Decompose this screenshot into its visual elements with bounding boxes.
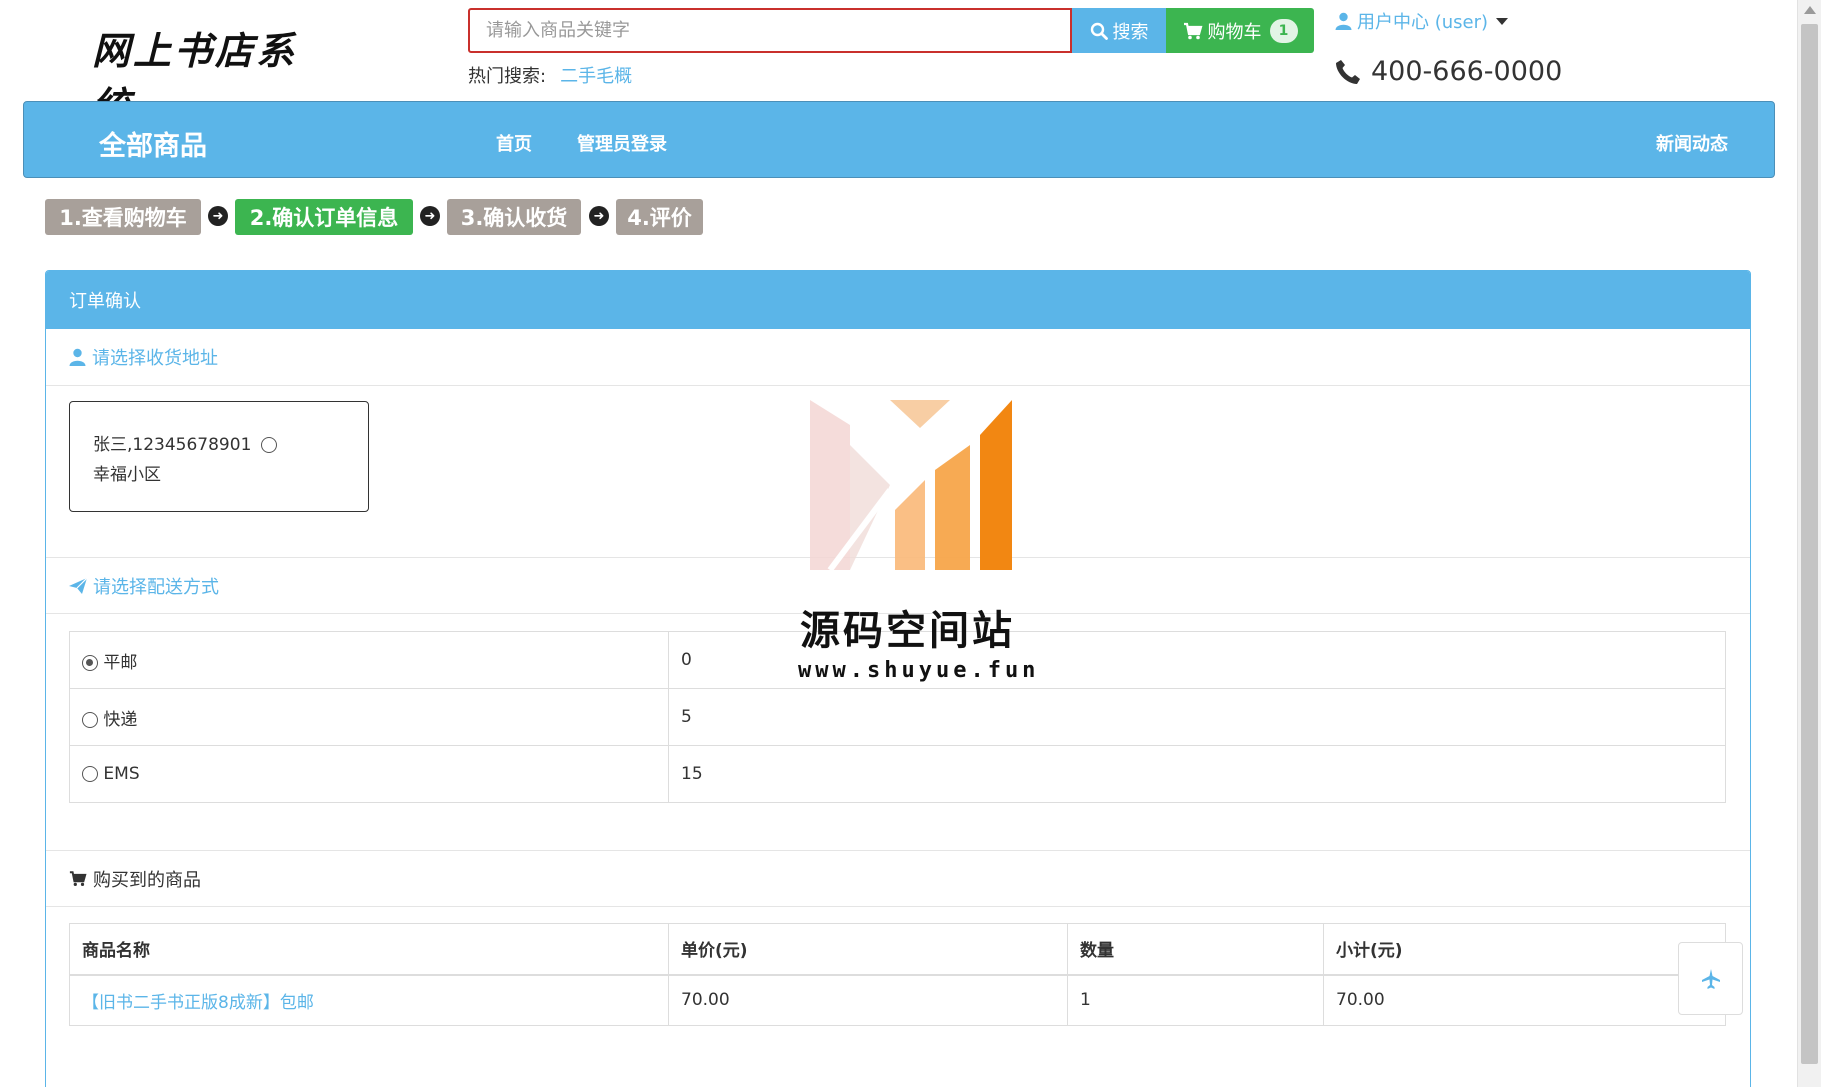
shipping-section-label: 请选择配送方式 (93, 576, 219, 598)
shipping-cost: 15 (668, 745, 1726, 803)
shipping-name: EMS (103, 764, 140, 784)
col-qty: 数量 (1067, 923, 1324, 976)
shipping-name: 快递 (103, 709, 138, 730)
shipping-option[interactable]: 平邮 (69, 631, 669, 689)
hot-search-label: 热门搜索: (468, 66, 547, 87)
step-confirm-receipt: 3.确认收货 (447, 199, 581, 235)
shipping-name: 平邮 (103, 652, 138, 673)
send-icon (69, 577, 87, 594)
chevron-down-icon (1496, 17, 1509, 25)
goods-link[interactable]: 【旧书二手书正版8成新】包邮 (82, 993, 314, 1013)
arrow-right-icon: ➜ (589, 206, 609, 226)
col-name: 商品名称 (69, 923, 669, 976)
service-phone: 400-666-0000 (1335, 56, 1562, 87)
step-review: 4.评价 (616, 199, 703, 235)
goods-section-title: 购买到的商品 (46, 850, 1750, 907)
nav-admin-login[interactable]: 管理员登录 (577, 130, 667, 156)
address-section-title: 请选择收货地址 (46, 329, 1750, 386)
user-center-label: 用户中心 (user) (1357, 12, 1489, 33)
search-button[interactable]: 搜索 (1072, 8, 1166, 53)
address-radio[interactable] (260, 437, 277, 453)
address-section-label: 请选择收货地址 (92, 348, 218, 369)
goods-price: 70.00 (668, 974, 1068, 1026)
watermark-title: 源码空间站 (800, 608, 1015, 654)
back-to-top-button[interactable] (1678, 942, 1743, 1015)
cart-icon (1183, 22, 1202, 39)
page-scrollbar[interactable] (1797, 0, 1821, 1087)
shipping-radio[interactable] (82, 711, 98, 728)
shipping-radio[interactable] (82, 654, 98, 671)
cart-button-label: 购物车 (1207, 21, 1262, 43)
user-icon (69, 348, 86, 366)
shipping-cost: 5 (668, 688, 1726, 746)
search-button-label: 搜索 (1112, 21, 1149, 43)
hot-search-item[interactable]: 二手毛概 (560, 66, 632, 87)
table-row: 【旧书二手书正版8成新】包邮 70.00 1 70.00 (69, 974, 1726, 1026)
address-contact: 张三,12345678901 (93, 435, 252, 455)
phone-number: 400-666-0000 (1371, 56, 1563, 87)
user-icon (1335, 12, 1352, 30)
cart-count-badge: 1 (1269, 18, 1298, 43)
search-input[interactable] (486, 20, 1070, 41)
nav-news[interactable]: 新闻动态 (1656, 130, 1728, 156)
shipping-option[interactable]: 快递 (69, 688, 669, 746)
plane-icon (1701, 968, 1720, 989)
arrow-right-icon: ➜ (420, 206, 440, 226)
address-detail: 幸福小区 (93, 465, 161, 485)
address-card[interactable]: 张三,12345678901 幸福小区 (69, 401, 369, 512)
goods-section-label: 购买到的商品 (93, 869, 201, 891)
scrollbar-thumb[interactable] (1801, 24, 1818, 1064)
user-center-dropdown[interactable]: 用户中心 (user) (1335, 8, 1509, 34)
table-row: 快递 5 (69, 688, 1726, 746)
nav-home[interactable]: 首页 (496, 130, 532, 156)
shipping-option[interactable]: EMS (69, 745, 669, 803)
scroll-up-arrow-icon[interactable] (1804, 6, 1816, 14)
watermark-url: www.shuyue.fun (798, 658, 1040, 683)
site-logo[interactable]: 网上书店系统 (92, 20, 332, 128)
main-navbar: 全部商品 首页 管理员登录 新闻动态 (23, 101, 1775, 178)
cart-button[interactable]: 购物车 1 (1166, 8, 1314, 53)
phone-icon (1336, 59, 1360, 84)
search-box (468, 8, 1072, 53)
panel-title: 订单确认 (46, 271, 1750, 329)
table-row: EMS 15 (69, 745, 1726, 803)
step-view-cart: 1.查看购物车 (45, 199, 201, 235)
shipping-radio[interactable] (82, 766, 98, 782)
cart-icon (69, 871, 87, 886)
goods-qty: 1 (1067, 974, 1324, 1026)
table-header-row: 商品名称 单价(元) 数量 小计(元) (69, 923, 1726, 976)
goods-name-cell: 【旧书二手书正版8成新】包邮 (69, 974, 669, 1026)
hot-search: 热门搜索: 二手毛概 (468, 62, 632, 88)
goods-subtotal: 70.00 (1323, 974, 1726, 1026)
step-confirm-order: 2.确认订单信息 (235, 199, 413, 235)
goods-table: 商品名称 单价(元) 数量 小计(元) 【旧书二手书正版8成新】包邮 70.00… (69, 923, 1726, 1026)
col-price: 单价(元) (668, 923, 1068, 976)
arrow-right-icon: ➜ (208, 206, 228, 226)
search-icon (1090, 22, 1108, 40)
col-subtotal: 小计(元) (1323, 923, 1726, 976)
nav-all-products[interactable]: 全部商品 (99, 124, 207, 163)
